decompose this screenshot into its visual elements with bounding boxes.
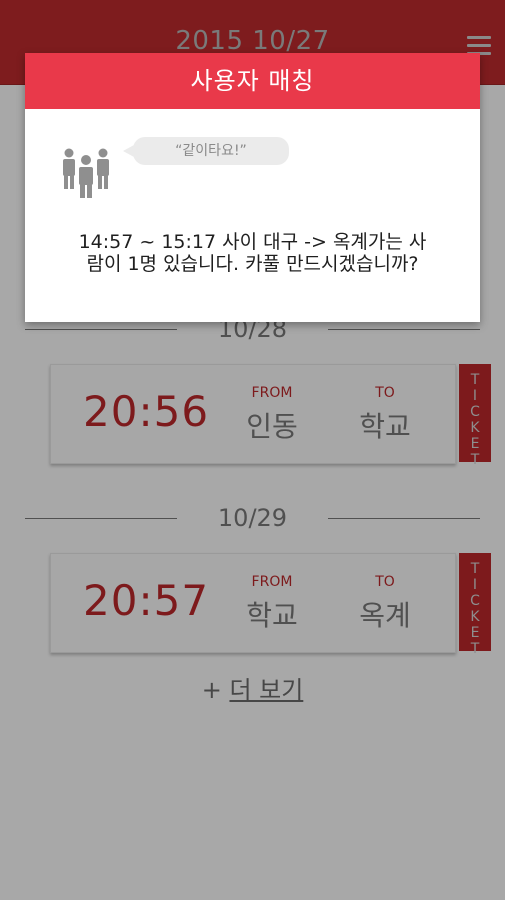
divider [328, 329, 480, 330]
ticket-label: TICKET [470, 561, 480, 657]
from-column: FROM 학교 [227, 574, 317, 634]
from-column: FROM 인동 [227, 385, 317, 445]
dialog-message-line-2: 람이 1명 있습니다. 카풀 만드시겠습니까? [86, 253, 419, 275]
to-caption: TO [375, 385, 395, 401]
ride-card[interactable]: 20:57 FROM 학교 TO 옥계 [50, 553, 456, 653]
to-place: 학교 [359, 410, 411, 443]
user-matching-dialog: 사용자 매칭 “같이타요!” 14:57 ~ 15:17 사이 대구 -> 옥계… [25, 53, 480, 322]
to-column: TO 옥계 [340, 574, 430, 634]
page-title: 2015 10/27 [175, 26, 330, 56]
from-caption: FROM [251, 385, 293, 401]
people-group-icon [63, 148, 109, 198]
ticket-button[interactable]: TICKET [459, 364, 491, 468]
date-separator: 10/29 [25, 504, 480, 534]
to-caption: TO [375, 574, 395, 590]
divider [328, 518, 480, 519]
ride-card[interactable]: 20:56 FROM 인동 TO 학교 [50, 364, 456, 464]
more-prefix: + [201, 676, 222, 704]
to-place: 옥계 [359, 599, 411, 632]
from-place: 인동 [246, 410, 298, 443]
ticket-button[interactable]: TICKET [459, 553, 491, 657]
ride-time: 20:56 [83, 387, 210, 436]
more-link[interactable]: + 더 보기 [0, 670, 505, 705]
more-label: 더 보기 [229, 676, 304, 704]
ride-time: 20:57 [83, 576, 210, 625]
dialog-message: 14:57 ~ 15:17 사이 대구 -> 옥계가는 사 람이 1명 있습니다… [55, 231, 450, 275]
to-column: TO 학교 [340, 385, 430, 445]
dialog-title: 사용자 매칭 [25, 53, 480, 109]
ticket-label: TICKET [470, 372, 480, 468]
speech-bubble: “같이타요!” [123, 137, 289, 165]
from-caption: FROM [251, 574, 293, 590]
dialog-message-line-1: 14:57 ~ 15:17 사이 대구 -> 옥계가는 사 [78, 231, 427, 253]
from-place: 학교 [246, 599, 298, 632]
